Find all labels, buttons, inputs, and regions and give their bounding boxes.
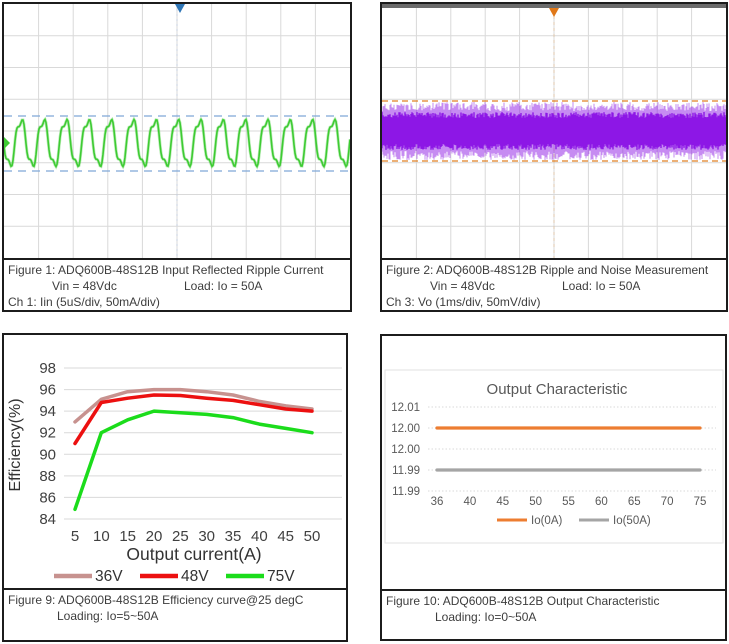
output-legend-label-io0a: Io(0A) (531, 515, 562, 527)
efficiency-ytick-label: 96 (39, 382, 56, 399)
output-xtick-label: 36 (431, 496, 444, 508)
output-ytick-label: 11.99 (392, 465, 420, 477)
efficiency-xtick-label: 45 (277, 528, 294, 545)
datasheet-figures-page: Figure 1: ADQ600B-48S12B Input Reflected… (0, 0, 729, 644)
figure10-panel: Output Characteristic 12.01 12.00 12.00 11.9… (380, 334, 727, 641)
efficiency-yaxis-label: Efficiency(%) (7, 398, 24, 491)
output-xtick-label: 45 (496, 496, 509, 508)
output-xtick-label: 65 (628, 496, 641, 508)
efficiency-line-chart: 84 86 88 90 92 94 96 98 5 10 15 20 25 30 35 40 45 50 Outpu… (7, 360, 342, 585)
output-ytick-label: 12.00 (391, 444, 420, 456)
scope2-trigger-marker-icon (549, 8, 559, 17)
output-ytick-label: 12.00 (391, 423, 420, 435)
output-xtick-label: 50 (529, 496, 542, 508)
figure9-panel: 84 86 88 90 92 94 96 98 5 10 15 20 25 30 35 40 45 50 Outpu… (2, 333, 348, 642)
figure2-vin: Vin = 48Vdc (430, 279, 495, 293)
efficiency-ytick-label: 98 (39, 360, 56, 377)
figure2-conditions: Vin = 48Vdc Load: Io = 50A (386, 278, 722, 294)
efficiency-xtick-label: 35 (225, 528, 242, 545)
efficiency-xtick-label: 10 (93, 528, 110, 545)
figure10-loading: Loading: Io=0~50A (435, 610, 537, 624)
output-characteristic-chart: Output Characteristic 12.01 12.00 12.00 11.9… (384, 369, 724, 544)
output-xtick-label: 40 (464, 496, 477, 508)
output-xtick-label: 55 (562, 496, 575, 508)
figure1-conditions: Vin = 48Vdc Load: Io = 50A (8, 278, 346, 294)
efficiency-xtick-label: 20 (146, 528, 163, 545)
figure1-panel: Figure 1: ADQ600B-48S12B Input Reflected… (2, 2, 352, 312)
scope2-channel3-marker-icon (382, 125, 388, 137)
figure2-title: Figure 2: ADQ600B-48S12B Ripple and Nois… (386, 263, 709, 277)
legend-label-75v: 75V (267, 568, 295, 585)
figure1-oscillogram (4, 4, 350, 258)
efficiency-xtick-label: 40 (251, 528, 268, 545)
legend-label-48v: 48V (181, 568, 209, 585)
efficiency-ytick-label: 94 (39, 403, 56, 420)
figure10-title: Figure 10: ADQ600B-48S12B Output Charact… (386, 594, 660, 608)
figure1-caption: Figure 1: ADQ600B-48S12B Input Reflected… (4, 258, 350, 310)
figure9-caption: Figure 9: ADQ600B-48S12B Efficiency curv… (4, 588, 346, 640)
efficiency-line-48v (73, 393, 314, 446)
output-xtick-label: 70 (661, 496, 674, 508)
figure2-caption: Figure 2: ADQ600B-48S12B Ripple and Nois… (382, 258, 726, 310)
efficiency-xtick-label: 15 (119, 528, 136, 545)
efficiency-xtick-label: 30 (198, 528, 215, 545)
efficiency-xaxis-label: Output current(A) (126, 544, 261, 564)
figure1-channel: Ch 1: Iin (5uS/div, 50mA/div) (8, 295, 160, 309)
figure10-caption: Figure 10: ADQ600B-48S12B Output Charact… (382, 589, 725, 639)
output-legend-label-io50a: Io(50A) (613, 515, 651, 527)
figure9-title: Figure 9: ADQ600B-48S12B Efficiency curv… (8, 593, 304, 607)
output-xtick-label: 60 (595, 496, 608, 508)
efficiency-xtick-label: 50 (304, 528, 321, 545)
output-xtick-label: 75 (694, 496, 707, 508)
scope1-channel1-marker-icon (4, 137, 10, 149)
figure9-efficiency-chart: 84 86 88 90 92 94 96 98 5 10 15 20 25 30 35 40 45 50 Outpu… (4, 335, 346, 588)
scope2-noise-trace (382, 112, 726, 150)
efficiency-ytick-label: 90 (39, 446, 56, 463)
figure10-output-chart: Output Characteristic 12.01 12.00 12.00 11.9… (382, 336, 725, 589)
output-ytick-label: 12.01 (391, 402, 420, 414)
figure2-load: Load: Io = 50A (562, 279, 641, 293)
figure1-title: Figure 1: ADQ600B-48S12B Input Reflected… (8, 263, 324, 277)
efficiency-ytick-label: 84 (39, 511, 56, 528)
legend-label-36v: 36V (95, 568, 123, 585)
figure2-oscillogram (382, 4, 726, 258)
output-ytick-label: 11.99 (392, 486, 420, 498)
efficiency-ytick-label: 86 (39, 489, 56, 506)
output-chart-title: Output Characteristic (487, 381, 628, 398)
figure2-panel: Figure 2: ADQ600B-48S12B Ripple and Nois… (380, 2, 728, 312)
scope1-waveform-chart (4, 4, 350, 258)
efficiency-xtick-label: 25 (172, 528, 189, 545)
efficiency-xtick-label: 5 (71, 528, 79, 545)
efficiency-line-75v (73, 409, 314, 512)
efficiency-ytick-label: 92 (39, 425, 56, 442)
figure2-channel: Ch 3: Vo (1ms/div, 50mV/div) (386, 295, 541, 309)
figure9-loading: Loading: Io=5~50A (57, 609, 159, 623)
scope2-noise-chart (382, 4, 726, 258)
figure1-vin: Vin = 48Vdc (52, 279, 117, 293)
figure1-load: Load: Io = 50A (184, 279, 263, 293)
scope2-top-bar (382, 4, 726, 8)
efficiency-ytick-label: 88 (39, 468, 56, 485)
